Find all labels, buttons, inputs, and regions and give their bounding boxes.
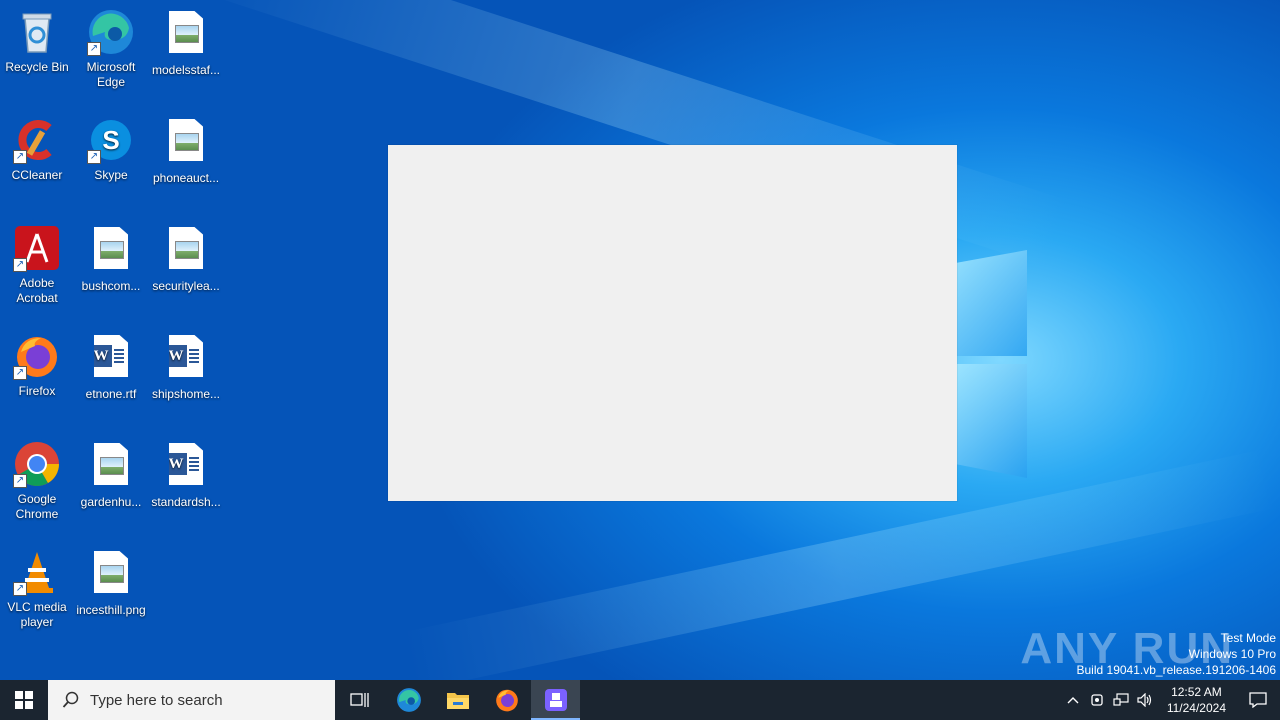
image-file-icon [162,11,210,59]
skype-icon: S ↗ [87,116,135,164]
svg-text:S: S [102,125,119,155]
taskbar: Type here to search 12:52 AM 11/24/2024 [0,680,1280,720]
taskbar-clock[interactable]: 12:52 AM 11/24/2024 [1157,684,1236,716]
word-doc-icon: W [87,335,135,383]
image-file-icon [162,227,210,275]
desktop-icon-label: Adobe Acrobat [16,276,58,305]
shortcut-arrow-icon: ↗ [13,366,27,380]
desktop-icon-label: bushcom... [81,279,141,293]
desktop-icon-label: CCleaner [11,168,63,182]
test-mode-text: Test Mode [1220,631,1276,645]
image-file-icon [87,551,135,599]
desktop-icon-google-chrome[interactable]: ↗ Google Chrome [0,440,74,522]
clock-date: 11/24/2024 [1166,701,1226,715]
desktop-icon-label: gardenhu... [80,495,142,509]
desktop-icon-label: Skype [94,168,128,182]
desktop-icon-label: shipshome... [151,387,221,401]
vlc-icon: ↗ [13,548,61,596]
windows-watermark: Test Mode Windows 10 Pro Build 19041.vb_… [1077,630,1277,678]
shortcut-arrow-icon: ↗ [13,150,27,164]
desktop-icon-label: Recycle Bin [5,60,69,74]
shortcut-arrow-icon: ↗ [13,474,27,488]
shortcut-arrow-icon: ↗ [13,582,27,596]
blank-app-window[interactable] [388,145,957,501]
desktop-icon-label: etnone.rtf [85,387,137,401]
desktop-icon-standardsh[interactable]: W standardsh... [149,440,223,510]
shortcut-arrow-icon: ↗ [87,150,101,164]
desktop-icon-vlc[interactable]: ↗ VLC media player [0,548,74,630]
desktop-icon-modelsstaf[interactable]: modelsstaf... [149,8,223,78]
desktop-icon-ccleaner[interactable]: ↗ CCleaner [0,116,74,183]
taskbar-active-app-button[interactable] [531,680,580,720]
task-view-icon [349,693,369,707]
chevron-up-icon [1067,697,1079,704]
chrome-icon: ↗ [13,440,61,488]
taskbar-firefox-button[interactable] [482,680,531,720]
ccleaner-icon: ↗ [13,116,61,164]
clock-time: 12:52 AM [1171,685,1222,699]
windows-logo-pane-bl [957,364,1027,478]
word-doc-icon: W [162,443,210,491]
windows-logo-pane-tl [957,250,1027,356]
folder-icon [446,693,469,709]
acrobat-icon: ↗ [13,224,61,272]
desktop-icon-label: modelsstaf... [151,63,221,77]
desktop-icon-microsoft-edge[interactable]: ↗ Microsoft Edge [74,8,148,90]
shortcut-arrow-icon: ↗ [87,42,101,56]
desktop-icon-label: Firefox [18,384,56,398]
action-center-button[interactable] [1236,680,1280,720]
desktop-icon-label: Google Chrome [15,492,59,521]
image-file-icon [87,227,135,275]
desktop-icon-label: incesthill.png [76,603,146,617]
desktop-icon-etnone[interactable]: W etnone.rtf [74,332,148,402]
desktop-icon-label: securitylea... [152,279,220,293]
system-tray: 12:52 AM 11/24/2024 [1061,680,1280,720]
desktop-icon-firefox[interactable]: ↗ Firefox [0,332,74,399]
desktop-icon-recycle-bin[interactable]: Recycle Bin [0,8,74,75]
start-button[interactable] [0,680,48,720]
show-hidden-icons-button[interactable] [1061,680,1085,720]
desktop-icon-skype[interactable]: S ↗ Skype [74,116,148,183]
recycle-bin-icon [13,8,61,56]
device-icon [1091,694,1103,706]
desktop-icon-label: phoneauct... [152,171,220,185]
network-icon [1113,693,1129,706]
desktop-icon-phoneauct[interactable]: phoneauct... [149,116,223,186]
desktop-icon-securitylea[interactable]: securitylea... [149,224,223,294]
desktop-icon-label: standardsh... [151,495,221,509]
network-button[interactable] [1109,680,1133,720]
firefox-icon [495,689,518,712]
task-view-button[interactable] [335,680,384,720]
desktop-icon-shipshome[interactable]: W shipshome... [149,332,223,402]
shortcut-arrow-icon: ↗ [13,258,27,272]
image-file-icon [87,443,135,491]
app-installer-icon [544,689,567,711]
taskbar-file-explorer-button[interactable] [433,680,482,720]
edge-icon: ↗ [87,8,135,56]
build-text: Build 19041.vb_release.191206-1406 [1076,663,1277,677]
windows-edition-text: Windows 10 Pro [1188,647,1276,661]
image-file-icon [162,119,210,167]
desktop-icon-gardenhu[interactable]: gardenhu... [74,440,148,510]
taskbar-edge-button[interactable] [384,680,433,720]
notification-icon [1249,692,1267,708]
volume-button[interactable] [1133,680,1157,720]
desktop-icon-adobe-acrobat[interactable]: ↗ Adobe Acrobat [0,224,74,306]
desktop-icon-incesthill[interactable]: incesthill.png [74,548,148,618]
speaker-icon [1137,693,1151,707]
firefox-icon: ↗ [13,332,61,380]
tray-device-button[interactable] [1085,680,1109,720]
word-doc-icon: W [162,335,210,383]
desktop-icon-bushcom[interactable]: bushcom... [74,224,148,294]
edge-icon [396,688,421,712]
search-placeholder: Type here to search [90,691,223,709]
taskbar-search-box[interactable]: Type here to search [48,680,335,720]
windows-logo-icon [15,691,33,709]
search-icon [62,691,79,708]
desktop-icon-label: VLC media player [7,600,67,629]
desktop-icon-label: Microsoft Edge [86,60,136,89]
